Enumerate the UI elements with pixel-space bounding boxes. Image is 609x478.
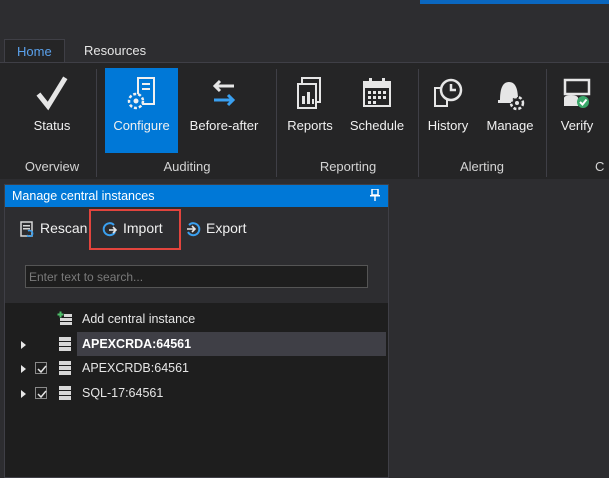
server-icon [59,386,71,400]
expand-arrow-icon[interactable] [19,364,29,374]
tree-row-sql17[interactable]: SQL-17:64561 [5,381,388,405]
verify-button[interactable]: Verify [552,68,602,153]
server-icon [59,337,71,351]
tree-row-add[interactable]: Add central instance [5,307,388,331]
verify-label: Verify [560,118,594,133]
history-button[interactable]: History [422,68,474,153]
expand-arrow-icon[interactable] [19,340,29,350]
manage-label: Manage [486,118,534,133]
reports-button[interactable]: Reports [282,68,338,153]
tab-resources[interactable]: Resources [72,39,158,63]
instance-tree: Add central instance APEXCRDA:64561 APEX… [5,305,388,477]
panel-title: Manage central instances [12,189,155,203]
history-label: History [427,118,469,133]
panel-header: Manage central instances [5,185,388,207]
instance-label: APEXCRDB:64561 [82,361,190,375]
group-auditing-label: Auditing [163,159,211,174]
before-after-arrows-icon [212,79,236,107]
add-instance-icon [57,311,72,325]
export-icon [187,222,201,237]
expand-arrow-icon[interactable] [19,389,29,399]
group-separator [546,69,547,177]
search-area [5,251,388,303]
checkmark-icon [37,365,47,374]
rescan-label: Rescan [40,220,88,236]
configure-label: Configure [113,118,170,133]
before-after-button[interactable]: Before-after [182,68,266,153]
manage-alert-icon [498,82,525,111]
group-alerting-label: Alerting [459,159,505,174]
search-input[interactable] [25,265,368,288]
reports-label: Reports [287,118,333,133]
configure-button[interactable]: Configure [105,68,178,153]
add-instance-label: Add central instance [82,312,196,326]
verify-icon [563,78,591,108]
import-highlight-box [89,209,181,250]
instance-label: APEXCRDA:64561 [82,337,192,351]
group-separator [96,69,97,177]
schedule-calendar-icon [363,78,391,107]
instance-label: SQL-17:64561 [82,386,164,400]
tree-row-apexcrdb[interactable]: APEXCRDB:64561 [5,356,388,380]
configure-icon [127,77,155,110]
checkmark-icon [36,76,68,111]
tree-row-apexcrda[interactable]: APEXCRDA:64561 [5,332,388,356]
ribbon: Status Overview Configure Before-after A… [0,62,609,179]
group-separator [276,69,277,177]
manage-button[interactable]: Manage [480,68,540,153]
reports-icon [297,77,321,109]
group-separator [418,69,419,177]
status-button[interactable]: Status [22,68,82,153]
server-icon [59,361,71,375]
history-icon [434,78,463,107]
schedule-button[interactable]: Schedule [344,68,410,153]
schedule-label: Schedule [349,118,405,133]
instance-checkbox[interactable] [35,387,47,399]
group-truncated-label: C [595,159,605,174]
title-accent-bar [420,0,609,4]
manage-central-instances-panel: Manage central instances Rescan Import E… [4,184,389,478]
tab-home[interactable]: Home [4,39,65,63]
group-reporting-label: Reporting [319,159,377,174]
title-bar [0,0,609,36]
ribbon-tabs: Home Resources [0,36,609,63]
before-after-label: Before-after [189,118,259,133]
export-label: Export [206,220,247,236]
group-overview-label: Overview [24,159,80,174]
pin-icon[interactable] [370,189,380,201]
status-label: Status [33,118,71,133]
checkmark-icon [37,390,47,399]
rescan-icon [20,221,34,237]
panel-toolbar: Rescan Import Export [5,207,388,251]
instance-checkbox[interactable] [35,362,47,374]
